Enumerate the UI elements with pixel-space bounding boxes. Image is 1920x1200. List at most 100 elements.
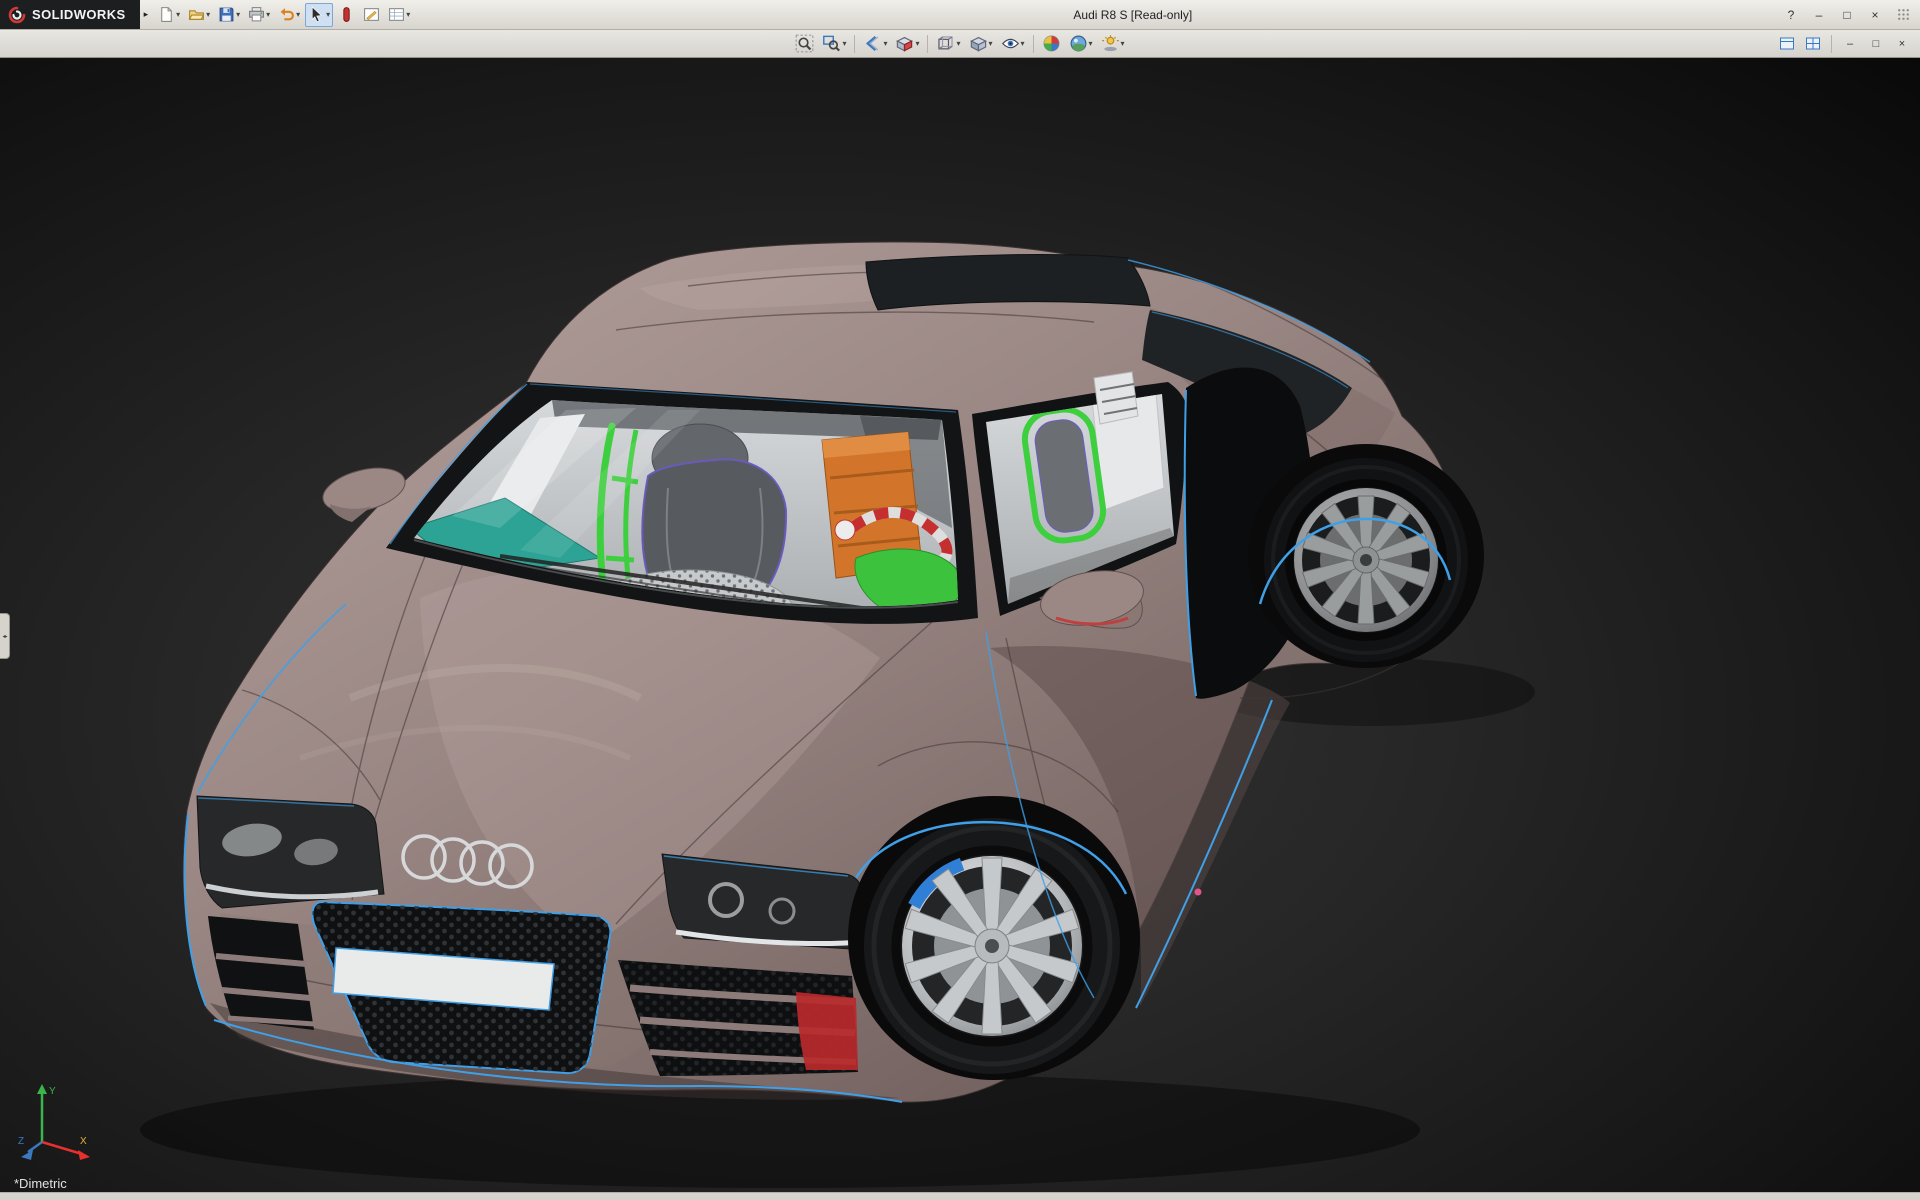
dropdown-arrow-icon[interactable]: ▾ — [1089, 39, 1093, 48]
previous-view-icon — [863, 34, 882, 53]
orientation-triad: Y X Z — [16, 1080, 100, 1168]
minimize-button[interactable]: – — [1807, 3, 1831, 27]
view-orientation-button[interactable]: ▾ — [933, 33, 963, 55]
print-icon — [248, 6, 265, 23]
select-icon — [308, 6, 325, 23]
dropdown-arrow-icon[interactable]: ▾ — [236, 10, 240, 19]
print-button[interactable]: ▾ — [245, 3, 273, 27]
section-view-button[interactable]: ▾ — [892, 33, 922, 55]
undo-button[interactable]: ▾ — [275, 3, 303, 27]
status-bar — [0, 1192, 1920, 1200]
dropdown-arrow-icon[interactable]: ▾ — [296, 10, 300, 19]
x-axis-arrow — [78, 1150, 90, 1160]
toolbar-separator — [854, 35, 855, 53]
zoom-area-icon — [822, 34, 841, 53]
select-button[interactable]: ▾ — [305, 3, 333, 27]
dropdown-arrow-icon[interactable]: ▾ — [406, 10, 410, 19]
help-icon: ? — [1783, 7, 1799, 23]
previous-view-button[interactable]: ▾ — [860, 33, 890, 55]
app-grid-icon — [1895, 6, 1912, 23]
view-orientation-icon — [936, 34, 955, 53]
dropdown-arrow-icon[interactable]: ▾ — [842, 39, 846, 48]
hide-show-items-button[interactable]: ▾ — [998, 33, 1028, 55]
new-document-button[interactable]: ▾ — [155, 3, 183, 27]
title-bar: SOLIDWORKS ▸ ▾ ▾ ▾ ▾ ▾ ▾ ▾ Audi R8 S [Read-onl… — [0, 0, 1920, 30]
dropdown-arrow-icon[interactable]: ▾ — [206, 10, 210, 19]
viewport-split-icon — [1805, 35, 1821, 52]
x-axis-label: X — [80, 1136, 87, 1147]
undo-icon — [278, 6, 295, 23]
save-button[interactable]: ▾ — [215, 3, 243, 27]
zoom-fit-button[interactable] — [792, 33, 817, 55]
edit-appearance-button[interactable] — [1039, 33, 1064, 55]
close-icon: × — [1867, 7, 1883, 23]
origin-marker[interactable] — [1195, 889, 1202, 896]
section-view-icon — [895, 34, 914, 53]
3d-scene[interactable] — [0, 58, 1920, 1192]
red-splitter-accent — [796, 992, 858, 1070]
dropdown-arrow-icon[interactable]: ▾ — [883, 39, 887, 48]
vent-panel — [1094, 372, 1138, 424]
dropdown-arrow-icon[interactable]: ▾ — [989, 39, 993, 48]
heads-up-row: ▾ ▾ ▾ ▾ ▾ ▾ ▾ ▾ –□ × — [0, 30, 1920, 58]
zoom-fit-icon — [795, 34, 814, 53]
dropdown-arrow-icon[interactable]: ▾ — [266, 10, 270, 19]
document-title: Audi R8 S [Read-only] — [1073, 8, 1192, 22]
doc-close-button[interactable]: × — [1891, 34, 1913, 54]
sketch-sheet-button[interactable] — [360, 3, 383, 27]
y-axis-arrow — [37, 1084, 47, 1094]
3ds-logo-icon — [8, 6, 26, 24]
dropdown-arrow-icon[interactable]: ▾ — [1121, 39, 1125, 48]
apply-scene-button[interactable]: ▾ — [1066, 33, 1096, 55]
new-document-icon — [158, 6, 175, 23]
help-button[interactable]: ? — [1779, 3, 1803, 27]
drawing-sheet-icon — [388, 6, 405, 23]
toolbar-separator — [1033, 35, 1034, 53]
close-button[interactable]: × — [1863, 3, 1887, 27]
graphics-area[interactable]: ◂▸ Y X Z *Dimetric — [0, 58, 1920, 1192]
edit-appearance-icon — [1042, 34, 1061, 53]
toolbar-separator — [927, 35, 928, 53]
save-icon — [218, 6, 235, 23]
toolbar-overflow-arrow[interactable]: ▸ — [140, 9, 153, 20]
appearance-icon — [338, 6, 355, 23]
y-axis-label: Y — [49, 1086, 56, 1097]
doc-restore-button[interactable]: □ — [1865, 34, 1887, 54]
viewport-layout-button[interactable] — [1776, 34, 1798, 54]
doc-restore-icon: □ — [1868, 36, 1884, 52]
brand-name: SOLIDWORKS — [32, 7, 126, 22]
roof-glass[interactable] — [866, 255, 1150, 310]
solidworks-brand: SOLIDWORKS — [0, 0, 140, 29]
dropdown-arrow-icon[interactable]: ▾ — [915, 39, 919, 48]
doc-minimize-button[interactable]: – — [1839, 34, 1861, 54]
viewport-split-button[interactable] — [1802, 34, 1824, 54]
doc-close-icon: × — [1894, 36, 1910, 52]
dropdown-arrow-icon[interactable]: ▾ — [1021, 39, 1025, 48]
standard-toolbar: ▾ ▾ ▾ ▾ ▾ ▾ ▾ — [152, 0, 414, 29]
restore-button[interactable]: □ — [1835, 3, 1859, 27]
viewport-layout-icon — [1779, 35, 1795, 52]
restore-icon: □ — [1839, 7, 1855, 23]
display-style-button[interactable]: ▾ — [966, 33, 996, 55]
front-wheel[interactable] — [848, 796, 1140, 1080]
document-window-controls: –□ × — [1775, 30, 1914, 57]
open-icon — [188, 6, 205, 23]
drawing-sheet-button[interactable]: ▾ — [385, 3, 413, 27]
dropdown-arrow-icon[interactable]: ▾ — [326, 10, 330, 19]
featuremanager-splitter-handle[interactable]: ◂▸ — [0, 613, 10, 659]
app-grid-button[interactable] — [1891, 3, 1915, 27]
appearance-button[interactable] — [335, 3, 358, 27]
open-button[interactable]: ▾ — [185, 3, 213, 27]
view-settings-button[interactable]: ▾ — [1098, 33, 1128, 55]
dropdown-arrow-icon[interactable]: ▾ — [956, 39, 960, 48]
zoom-area-button[interactable]: ▾ — [819, 33, 849, 55]
dropdown-arrow-icon[interactable]: ▾ — [176, 10, 180, 19]
hide-show-items-icon — [1001, 34, 1020, 53]
heads-up-toolbar: ▾ ▾ ▾ ▾ ▾ ▾ ▾ ▾ — [791, 33, 1128, 55]
rear-wheel[interactable] — [1248, 444, 1484, 668]
z-axis-label: Z — [18, 1136, 24, 1147]
solidworks-app: SOLIDWORKS ▸ ▾ ▾ ▾ ▾ ▾ ▾ ▾ Audi R8 S [Read-onl… — [0, 0, 1920, 1200]
doc-minimize-icon: – — [1842, 36, 1858, 52]
z-axis-arrow — [21, 1150, 33, 1160]
view-settings-icon — [1101, 34, 1120, 53]
